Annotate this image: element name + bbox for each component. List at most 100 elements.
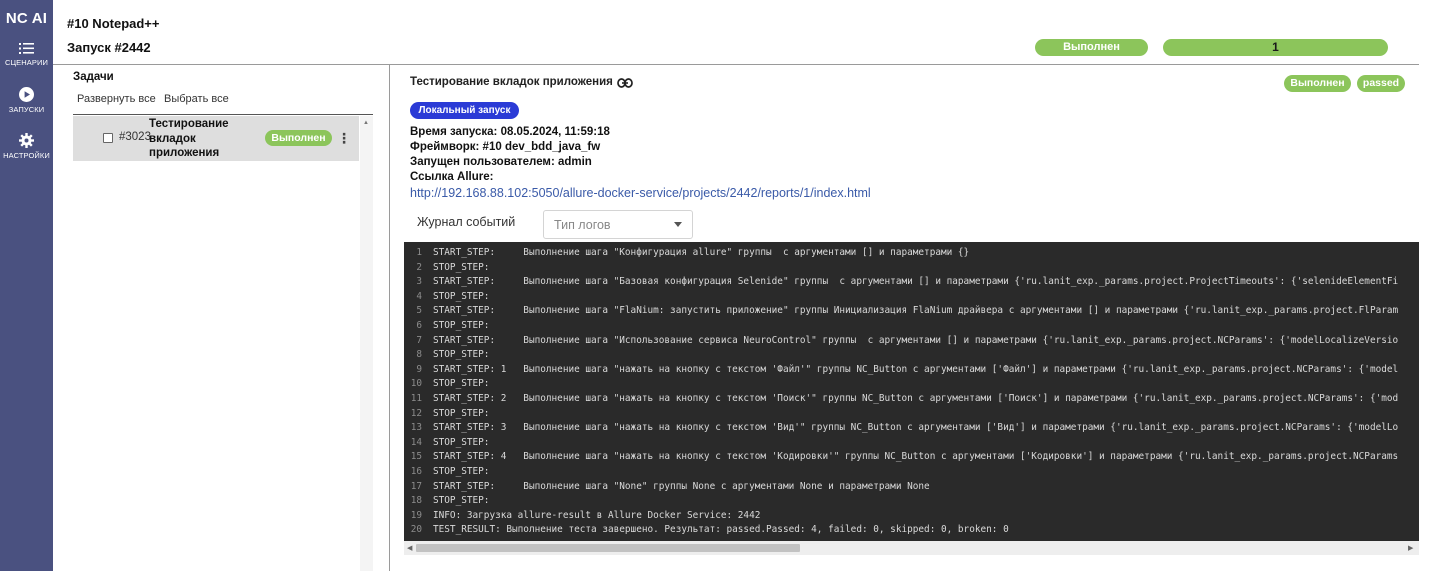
log-line-number: 20 (410, 524, 422, 536)
expand-all-button[interactable]: Развернуть все (77, 93, 156, 105)
log-line-number: 10 (410, 378, 422, 390)
log-line-text: START_STEP: Выполнение шага "Использован… (433, 334, 1399, 346)
local-run-badge: Локальный запуск (410, 102, 519, 119)
log-line: 3 START_STEP: Выполнение шага "Базовая ко… (404, 275, 1419, 290)
sidebar-item-label: ЗАПУСКИ (8, 105, 45, 114)
started-by: Запущен пользователем: admin (410, 156, 592, 168)
log-line: 7 START_STEP: Выполнение шага "Использова… (404, 334, 1419, 349)
allure-label: Ссылка Allure: (410, 171, 494, 183)
task-row[interactable]: #3023 Тестирование вкладок приложения Вы… (73, 116, 359, 161)
log-line: 18 STOP_STEP: (404, 494, 1419, 509)
link-icon[interactable] (617, 78, 633, 88)
log-line-number: 5 (416, 305, 422, 317)
log-line-number: 1 (416, 247, 422, 258)
list-icon (19, 43, 34, 54)
select-all-button[interactable]: Выбрать все (164, 93, 229, 105)
log-line-text: STOP_STEP: (433, 407, 490, 419)
console-horizontal-scrollbar[interactable]: ◀ ▶ (404, 541, 1419, 555)
task-list-scrollbar[interactable]: ▲ (360, 116, 373, 571)
log-line-number: 9 (416, 363, 422, 375)
log-line-number: 12 (410, 407, 422, 419)
log-line-number: 4 (416, 290, 422, 302)
log-line-number: 7 (416, 334, 422, 346)
log-line: 16 STOP_STEP: (404, 465, 1419, 480)
log-line: 19 INFO: Загрузка allure-result в Allure … (404, 509, 1419, 524)
log-line: 14 STOP_STEP: (404, 436, 1419, 451)
log-line-number: 16 (410, 466, 422, 477)
sidebar-item-scenarios[interactable]: СЦЕНАРИИ (0, 42, 53, 67)
log-line-number: 15 (410, 451, 422, 463)
run-title: Запуск #2442 (67, 40, 151, 55)
sidebar-item-settings[interactable]: НАСТРОЙКИ (0, 133, 53, 160)
log-line-text: START_STEP: Выполнение шага "None" групп… (433, 480, 930, 492)
log-line-text: START_STEP: Выполнение шага "FlaNium: за… (433, 305, 1399, 317)
log-line-text: START_STEP: 4 Выполнение шага "нажать на… (433, 451, 1399, 463)
log-line: 1 START_STEP: Выполнение шага "Конфигурац… (404, 246, 1419, 261)
run-count-bar: 1 (1163, 39, 1388, 56)
task-status-badge: Выполнен (265, 130, 332, 146)
run-status-badge: Выполнен (1035, 39, 1148, 56)
log-type-select[interactable]: Тип логов (543, 210, 693, 239)
framework: Фреймворк: #10 dev_bdd_java_fw (410, 141, 601, 153)
log-line-number: 13 (410, 422, 422, 434)
gear-icon (19, 133, 34, 148)
panel-divider (389, 64, 390, 571)
log-line: 4 STOP_STEP: (404, 290, 1419, 305)
log-line-number: 18 (410, 495, 422, 507)
log-line: 6 STOP_STEP: (404, 319, 1419, 334)
start-time: Время запуска: 08.05.2024, 11:59:18 (410, 126, 610, 138)
project-title: #10 Notepad++ (67, 16, 160, 31)
log-line-text: TEST_RESULT: Выполнение теста завершено.… (433, 524, 1009, 536)
log-line-number: 17 (410, 480, 422, 492)
log-line-text: START_STEP: 2 Выполнение шага "нажать на… (433, 393, 1399, 404)
sidebar-item-runs[interactable]: ЗАПУСКИ (0, 87, 53, 114)
brand-logo: NC AI (5, 10, 48, 27)
log-line-text: START_STEP: 1 Выполнение шага "нажать на… (433, 363, 1399, 375)
log-line-text: START_STEP: 3 Выполнение шага "нажать на… (433, 422, 1399, 434)
task-name: Тестирование вкладок приложения (149, 118, 229, 159)
log-line-number: 6 (416, 320, 422, 331)
task-details-title: Тестирование вкладок приложения (410, 76, 613, 88)
task-checkbox[interactable] (103, 133, 113, 143)
log-line: 12 STOP_STEP: (404, 407, 1419, 422)
log-line-text: STOP_STEP: (433, 349, 490, 361)
log-line-number: 2 (416, 261, 422, 273)
log-line: 15 START_STEP: 4 Выполнение шага "нажать … (404, 450, 1419, 465)
allure-report-link[interactable]: http://192.168.88.102:5050/allure-docker… (410, 186, 871, 200)
log-line-number: 11 (410, 393, 422, 404)
header-divider (53, 64, 1419, 65)
log-line-text: STOP_STEP: (433, 261, 490, 273)
log-line: 11 START_STEP: 2 Выполнение шага "нажать … (404, 392, 1419, 407)
tasks-title: Задачи (73, 71, 114, 83)
log-line-text: START_STEP: Выполнение шага "Базовая кон… (433, 276, 1399, 288)
play-icon (19, 87, 34, 102)
log-line-text: STOP_STEP: (433, 495, 490, 507)
log-line-text: STOP_STEP: (433, 290, 490, 302)
log-line-text: STOP_STEP: (433, 378, 490, 390)
scrollbar-thumb[interactable] (416, 544, 800, 552)
log-line: 20 TEST_RESULT: Выполнение теста завершен… (404, 523, 1419, 538)
task-id: #3023 (119, 131, 151, 143)
scroll-up-arrow-icon[interactable]: ▲ (363, 120, 369, 126)
log-line: 2 STOP_STEP: (404, 261, 1419, 276)
more-options-icon[interactable]: ⋮ (337, 129, 351, 147)
task-list-top-border (73, 114, 373, 115)
log-line: 9 START_STEP: 1 Выполнение шага "нажать н… (404, 363, 1419, 378)
log-line: 13 START_STEP: 3 Выполнение шага "нажать … (404, 421, 1419, 436)
scroll-left-arrow-icon[interactable]: ◀ (407, 544, 412, 552)
log-line-number: 3 (416, 276, 422, 288)
log-line: 8 STOP_STEP: (404, 348, 1419, 363)
task-status-badge: Выполнен (1284, 75, 1351, 92)
tab-event-log[interactable]: Журнал событий (417, 215, 515, 229)
log-line: 5 START_STEP: Выполнение шага "FlaNium: з… (404, 304, 1419, 319)
log-line-text: STOP_STEP: (433, 466, 490, 477)
log-line: 10 STOP_STEP: (404, 377, 1419, 392)
scroll-right-arrow-icon[interactable]: ▶ (1408, 544, 1413, 552)
log-line-text: STOP_STEP: (433, 436, 490, 448)
event-log-console[interactable]: 1 START_STEP: Выполнение шага "Конфигурац… (404, 242, 1419, 555)
task-result-badge: passed (1357, 75, 1405, 92)
sidebar: NC AI СЦЕНАРИИ ЗАПУСКИ НАСТРОЙКИ (0, 0, 53, 571)
log-line-text: STOP_STEP: (433, 320, 490, 331)
sidebar-item-label: СЦЕНАРИИ (5, 58, 48, 67)
app-window: NC AI СЦЕНАРИИ ЗАПУСКИ НАСТРОЙКИ #10 Not… (0, 0, 1429, 571)
